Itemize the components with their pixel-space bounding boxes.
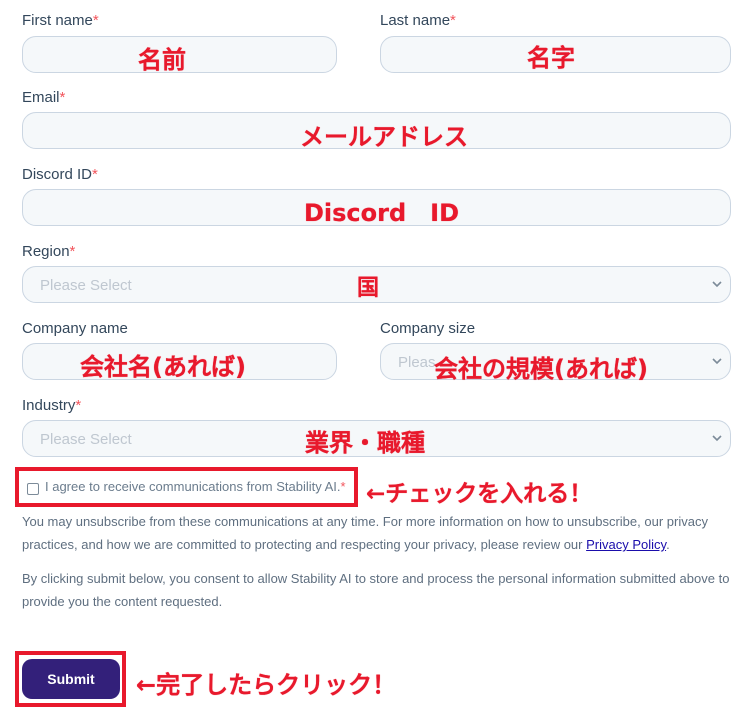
last-name-label: Last name* xyxy=(380,12,456,29)
email-annotation: メールアドレス xyxy=(300,123,468,151)
submit-annotation: ←完了したらクリック！ xyxy=(136,671,397,699)
company-size-annotation: 会社の規模(あれば) xyxy=(434,355,648,383)
chevron-down-icon xyxy=(712,435,722,442)
first-name-annotation: 名前 xyxy=(138,46,186,74)
consent-text: By clicking submit below, you consent to… xyxy=(22,571,730,609)
region-annotation: 国 xyxy=(357,276,380,301)
industry-label: Industry* xyxy=(22,397,82,414)
region-placeholder: Please Select xyxy=(40,277,132,294)
company-name-label: Company name xyxy=(22,320,128,337)
consent-label[interactable]: I agree to receive communications from S… xyxy=(45,479,346,494)
company-name-annotation: 会社名(あれば) xyxy=(80,353,246,381)
discord-label: Discord ID* xyxy=(22,166,98,183)
last-name-annotation: 名字 xyxy=(527,44,575,72)
privacy-policy-link[interactable]: Privacy Policy xyxy=(586,537,666,552)
first-name-label: First name* xyxy=(22,12,99,29)
email-label: Email* xyxy=(22,89,66,106)
company-size-label: Company size xyxy=(380,320,476,337)
company-size-placeholder: Pleas xyxy=(398,354,436,371)
chevron-down-icon xyxy=(712,281,722,288)
industry-annotation: 業界・職種 xyxy=(305,429,425,457)
submit-button[interactable]: Submit xyxy=(22,659,120,699)
unsubscribe-text: You may unsubscribe from these communica… xyxy=(22,514,708,552)
consent-checkbox[interactable] xyxy=(27,483,39,495)
region-label: Region* xyxy=(22,243,76,260)
consent-annotation: ←チェックを入れる！ xyxy=(366,481,593,507)
discord-annotation: Discord ID xyxy=(304,199,460,227)
chevron-down-icon xyxy=(712,358,722,365)
industry-placeholder: Please Select xyxy=(40,431,132,448)
